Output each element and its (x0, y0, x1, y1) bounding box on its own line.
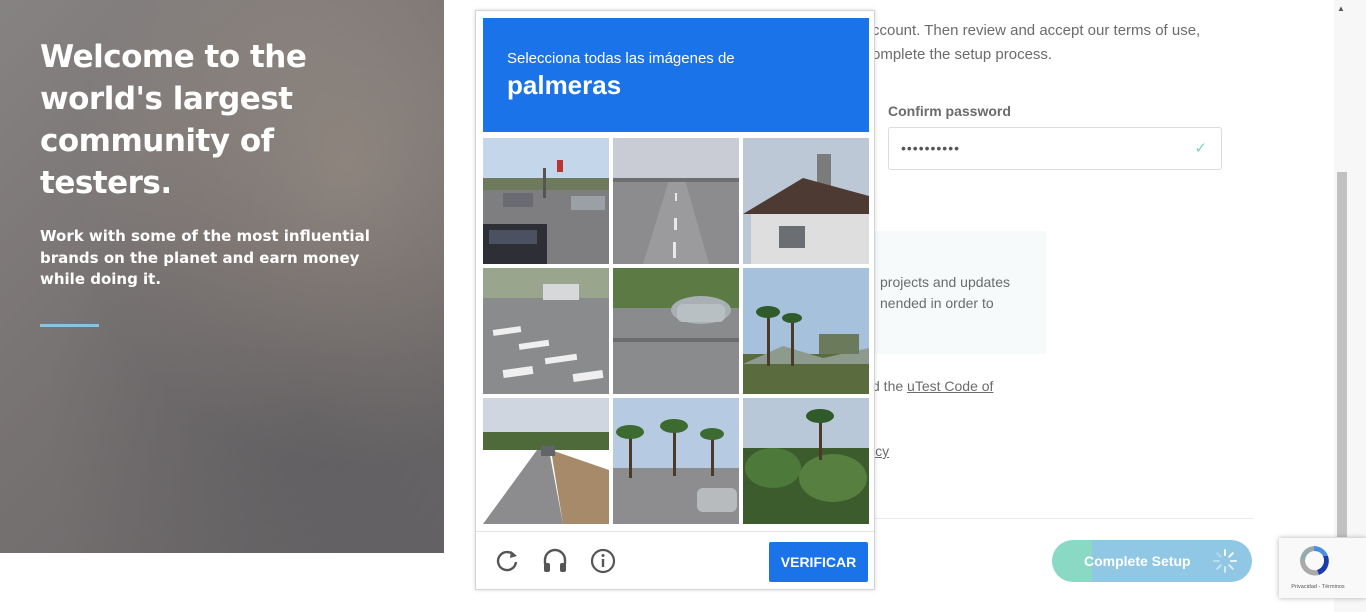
divider (872, 518, 1254, 519)
info-text: projects and updates nended in order to (880, 274, 1010, 311)
captcha-tile-grid (483, 138, 869, 524)
scrollbar-thumb[interactable] (1337, 172, 1347, 537)
scroll-up-icon[interactable]: ▲ (1337, 4, 1345, 13)
confirm-password-field[interactable]: •••••••••• ✓ (888, 127, 1222, 170)
complete-setup-label: Complete Setup (1084, 553, 1191, 569)
info-icon[interactable] (590, 548, 616, 574)
captcha-header: Selecciona todas las imágenes de palmera… (483, 18, 869, 132)
captcha-tile-2[interactable] (613, 138, 739, 264)
captcha-tile-4[interactable] (483, 268, 609, 394)
hero-panel: Welcome to the world's largest community… (0, 0, 444, 553)
code-of-conduct-line: d the uTest Code of (872, 378, 994, 394)
hero-subtitle: Work with some of the most influential b… (40, 227, 370, 288)
captcha-tile-1[interactable] (483, 138, 609, 264)
headphones-icon[interactable] (542, 548, 568, 574)
captcha-challenge: Selecciona todas las imágenes de palmera… (475, 10, 875, 590)
reload-icon[interactable] (494, 548, 520, 574)
hero-title: Welcome to the world's largest community… (40, 39, 307, 201)
recaptcha-badge[interactable]: Privacidad - Términos (1279, 538, 1366, 598)
recaptcha-logo-icon (1300, 546, 1329, 576)
code-of-conduct-link[interactable]: uTest Code of (907, 378, 993, 394)
badge-links[interactable]: Privacidad - Términos (1279, 584, 1357, 590)
complete-setup-button[interactable]: Complete Setup (1052, 540, 1252, 582)
captcha-tile-6[interactable] (743, 268, 869, 394)
captcha-target: palmeras (507, 70, 622, 100)
check-icon: ✓ (1194, 140, 1207, 157)
captcha-instruction: Selecciona todas las imágenes de (507, 50, 735, 67)
hero-accent-line (40, 323, 99, 327)
spinner-icon (1213, 549, 1237, 573)
confirm-password-label: Confirm password (888, 103, 1011, 119)
captcha-tile-3[interactable] (743, 138, 869, 264)
hero-content: Welcome to the world's largest community… (40, 36, 410, 327)
page-scrollbar[interactable]: ▲ (1334, 0, 1366, 612)
captcha-footer: VERIFICAR (476, 531, 874, 590)
verify-button[interactable]: VERIFICAR (769, 542, 868, 582)
captcha-tile-5[interactable] (613, 268, 739, 394)
confirm-password-value: •••••••••• (901, 140, 961, 156)
setup-intro-text: ccount. Then review and accept our terms… (872, 22, 1201, 63)
captcha-tile-7[interactable] (483, 398, 609, 524)
captcha-tile-8[interactable] (613, 398, 739, 524)
captcha-tile-9[interactable] (743, 398, 869, 524)
